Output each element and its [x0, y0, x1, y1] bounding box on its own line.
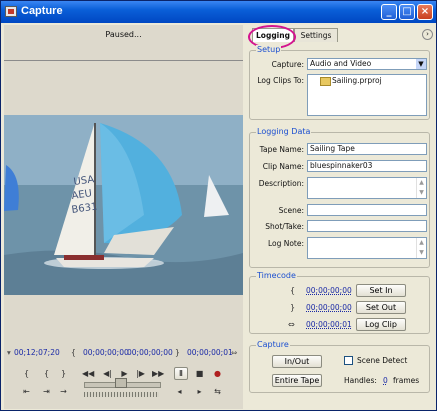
sailing-image: USA AEU B631 [4, 115, 243, 295]
play-marker-icon: ▾ [7, 348, 11, 357]
capture-section: Capture In/Out Scene Detect Entire Tape … [249, 340, 430, 393]
scene-detect-checkbox[interactable] [344, 356, 353, 365]
stop-icon[interactable]: ■ [194, 368, 205, 379]
frames-label: frames [393, 376, 420, 385]
setup-section: Setup Capture: Audio and Video ▼ Log Cli… [249, 45, 430, 120]
log-note-label: Log Note: [267, 239, 304, 248]
clip-name-field[interactable]: bluespinnaker03 [307, 160, 427, 172]
tape-name-label: Tape Name: [259, 145, 304, 154]
frame-forward-icon[interactable]: ▸ [194, 386, 205, 397]
frame-back-icon[interactable]: ◂ [174, 386, 185, 397]
maximize-button[interactable]: □ [399, 4, 415, 20]
scene-label: Scene: [278, 206, 304, 215]
duration-icon: ⇔ [231, 348, 238, 357]
title-bar[interactable]: Capture _ □ × [1, 1, 436, 23]
capture-window: Capture _ □ × Paused... USA AEU B631 ▾ 0… [0, 0, 437, 411]
scene-field[interactable] [307, 204, 427, 216]
out-point-icon: } [290, 303, 296, 312]
handles-value[interactable]: 0 [383, 376, 388, 385]
description-field[interactable]: ▲ ▼ [307, 177, 427, 199]
current-timecode[interactable]: 00;12;07;20 [14, 348, 60, 357]
capture-select-value: Audio and Video [310, 59, 372, 68]
rewind-icon[interactable]: ◀◀ [82, 368, 94, 379]
bracket-left-icon[interactable]: { [41, 368, 52, 379]
record-icon[interactable]: ● [212, 368, 223, 379]
step-back-icon[interactable]: ◀| [102, 368, 113, 379]
logclips-value[interactable]: Sailing.prproj [332, 76, 382, 86]
timecode-section: Timecode { 00;00;00;00 Set In } 00;00;00… [249, 271, 430, 334]
minimize-button[interactable]: _ [381, 4, 397, 20]
capture-header: Capture [256, 340, 290, 349]
timecode-header: Timecode [256, 271, 297, 280]
logclips-list[interactable]: Sailing.prproj [307, 74, 427, 116]
app-icon [5, 6, 17, 17]
tab-settings[interactable]: Settings [294, 28, 338, 42]
duration-timecode[interactable]: 00;00;00;01 [306, 320, 352, 329]
in-out-button[interactable]: In/Out [272, 355, 322, 368]
set-in-icon[interactable]: { [21, 368, 32, 379]
shuttle-handle[interactable] [115, 378, 127, 388]
tape-name-field[interactable]: Sailing Tape [307, 143, 427, 155]
set-out-button[interactable]: Set Out [356, 301, 406, 314]
entire-tape-button[interactable]: Entire Tape [272, 374, 322, 387]
capture-select[interactable]: Audio and Video ▼ [307, 58, 427, 70]
logging-data-header: Logging Data [256, 127, 312, 136]
close-button[interactable]: × [417, 4, 433, 20]
out-timecode[interactable]: 00;00;00;00 [306, 303, 352, 312]
description-label: Description: [258, 179, 304, 188]
pause-button[interactable]: Ⅱ [174, 367, 188, 380]
out-point-timecode[interactable]: 00;00;00;00 [127, 348, 173, 357]
monitor-area: Paused... USA AEU B631 ▾ 00;12;07;20 {0… [4, 25, 243, 409]
handles-label: Handles: [344, 376, 377, 385]
goto-in-icon[interactable]: ⇤ [21, 386, 32, 397]
panel-tabs: Logging Settings › [246, 25, 435, 49]
log-clip-button[interactable]: Log Clip [356, 318, 406, 331]
in-timecode[interactable]: 00;00;00;00 [306, 286, 352, 295]
set-in-button[interactable]: Set In [356, 284, 406, 297]
logging-data-section: Logging Data Tape Name: Sailing Tape Cli… [249, 127, 430, 268]
log-note-scrollbar[interactable]: ▲ ▼ [416, 238, 426, 258]
jog-wheel[interactable] [84, 392, 159, 397]
window-title: Capture [21, 5, 63, 17]
duration-timecode[interactable]: 00;00;00;01 [187, 348, 233, 357]
set-out-icon[interactable]: } [58, 368, 69, 379]
step-forward-icon[interactable]: |▶ [135, 368, 146, 379]
out-bracket-icon: } [175, 348, 180, 357]
fast-forward-icon[interactable]: ▶▶ [152, 368, 164, 379]
shot-take-label: Shot/Take: [265, 222, 304, 231]
goto-out-icon[interactable]: ⇥ [41, 386, 52, 397]
duration-icon: ⇔ [288, 320, 295, 329]
capture-label: Capture: [271, 60, 304, 69]
scan-icon[interactable]: → [58, 386, 69, 397]
panel-menu-icon[interactable]: › [422, 29, 433, 40]
logging-panel: Logging Settings › Setup Capture: Audio … [246, 25, 435, 409]
scene-detect-label: Scene Detect [357, 356, 408, 365]
log-note-field[interactable]: ▲ ▼ [307, 237, 427, 259]
logclips-label: Log Clips To: [257, 76, 304, 85]
shot-take-field[interactable] [307, 220, 427, 232]
clip-name-label: Clip Name: [262, 162, 304, 171]
capture-status: Paused... [105, 30, 142, 39]
in-point-icon: { [290, 286, 296, 295]
in-bracket-icon: { [71, 348, 76, 357]
divider [4, 60, 243, 61]
folder-icon [320, 77, 331, 86]
video-preview: USA AEU B631 [4, 115, 243, 295]
in-point-timecode[interactable]: 00;00;00;00 [83, 348, 129, 357]
scene-search-icon[interactable]: ⇆ [212, 386, 223, 397]
description-scrollbar[interactable]: ▲ ▼ [416, 178, 426, 198]
setup-header: Setup [256, 45, 282, 54]
chevron-down-icon[interactable]: ▼ [416, 59, 426, 69]
